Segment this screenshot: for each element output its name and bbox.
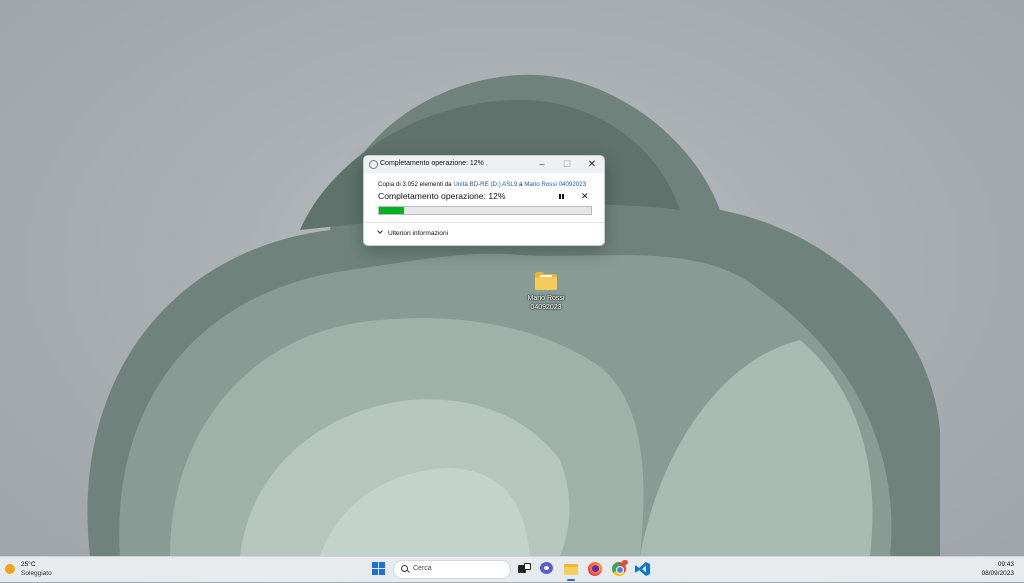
divider: [364, 222, 604, 223]
pause-icon: [559, 194, 561, 199]
sun-icon: [5, 564, 15, 574]
maximize-button[interactable]: ☐: [557, 158, 577, 171]
taskbar: 25°C Soleggiato Cerca 09:43 08/09/2023: [0, 556, 1024, 582]
dialog-titlebar[interactable]: Completamento operazione: 12% – ☐ ✕: [364, 156, 604, 173]
desktop-folder-mario-rossi[interactable]: Mario Rossi 04092023: [520, 272, 572, 312]
copy-description: Copia di 3.052 elementi da Unità BD-RE (…: [378, 181, 586, 188]
more-info-toggle[interactable]: Ulteriori informazioni: [377, 228, 449, 237]
system-clock[interactable]: 09:43 08/09/2023: [981, 560, 1014, 578]
pause-icon-bar: [562, 194, 564, 199]
weather-temp: 25°C: [21, 561, 36, 568]
progress-status: Completamento operazione: 12%: [378, 191, 506, 201]
progress-clock-icon: [369, 160, 378, 169]
search-icon: [401, 565, 408, 572]
start-icon[interactable]: [370, 560, 388, 578]
pause-button[interactable]: [557, 193, 565, 201]
desktop-folder-label-line1: Mario Rossi: [527, 295, 565, 302]
chrome-icon[interactable]: [610, 560, 628, 578]
dialog-title: Completamento operazione: 12%: [380, 160, 484, 167]
clock-time: 09:43: [997, 561, 1014, 568]
close-button[interactable]: ✕: [582, 158, 602, 171]
task-view-icon[interactable]: [514, 560, 532, 578]
progress-bar: [378, 206, 592, 215]
firefox-icon[interactable]: [586, 560, 604, 578]
file-explorer-icon[interactable]: [562, 560, 580, 581]
desktop-folder-label-line2: 04092023: [530, 304, 562, 311]
stop-button[interactable]: ✕: [581, 191, 589, 202]
folder-icon: [535, 272, 557, 290]
copy-prefix: Copia di 3.052 elementi da: [378, 181, 454, 188]
weather-condition: Soleggiato: [21, 570, 52, 577]
clock-date: 08/09/2023: [981, 570, 1014, 577]
chevron-down-icon: [377, 228, 383, 234]
minimize-button[interactable]: –: [532, 158, 552, 171]
destination-link[interactable]: Mario Rossi 04092023: [524, 181, 586, 188]
more-info-label: Ulteriori informazioni: [388, 230, 449, 237]
vscode-icon[interactable]: [634, 560, 652, 578]
chat-icon[interactable]: [538, 560, 556, 578]
desktop-wallpaper: [0, 0, 1024, 556]
source-link[interactable]: Unità BD-RE (D:) ASL9: [453, 181, 517, 188]
search-box[interactable]: Cerca: [393, 560, 511, 579]
progress-fill: [379, 207, 405, 214]
desktop-folder-label: Mario Rossi 04092023: [520, 294, 572, 312]
search-placeholder: Cerca: [413, 565, 432, 572]
copy-progress-dialog: Completamento operazione: 12% – ☐ ✕ Copi…: [363, 155, 605, 246]
